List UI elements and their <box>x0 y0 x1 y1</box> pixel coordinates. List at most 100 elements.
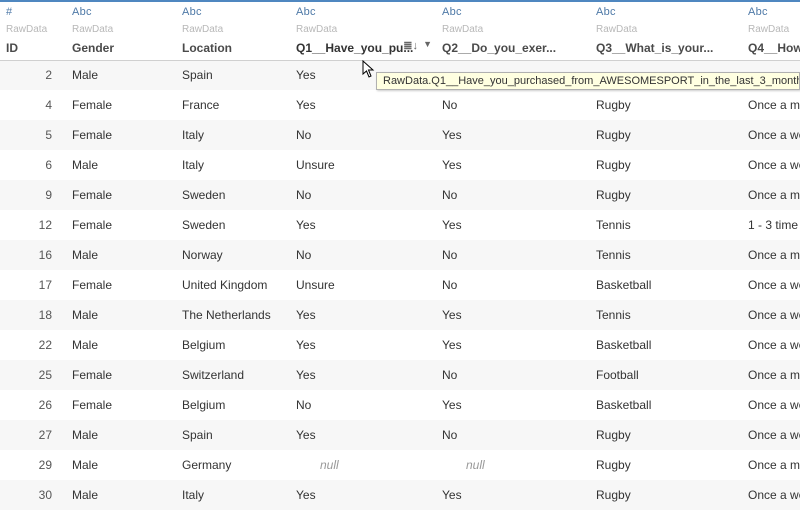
column-header[interactable]: ID <box>0 36 66 60</box>
cell-id[interactable]: 27 <box>0 420 66 450</box>
cell-q2[interactable]: No <box>436 240 590 270</box>
cell-gender[interactable]: Female <box>66 210 176 240</box>
cell-location[interactable]: United Kingdom <box>176 270 290 300</box>
cell-q1[interactable]: No <box>290 240 436 270</box>
cell-q2[interactable]: No <box>436 180 590 210</box>
cell-location[interactable]: Italy <box>176 120 290 150</box>
cell-gender[interactable]: Female <box>66 360 176 390</box>
cell-location[interactable]: The Netherlands <box>176 300 290 330</box>
column-header[interactable]: Gender <box>66 36 176 60</box>
cell-q4[interactable]: Once a mo <box>742 360 800 390</box>
cell-q1[interactable]: No <box>290 390 436 420</box>
cell-id[interactable]: 30 <box>0 480 66 510</box>
cell-id[interactable]: 29 <box>0 450 66 480</box>
cell-location[interactable]: Italy <box>176 480 290 510</box>
cell-gender[interactable]: Male <box>66 420 176 450</box>
cell-q2[interactable]: Yes <box>436 120 590 150</box>
cell-q1[interactable]: Yes <box>290 90 436 120</box>
cell-q3[interactable]: Basketball <box>590 390 742 420</box>
cell-q2[interactable]: Yes <box>436 300 590 330</box>
cell-gender[interactable]: Male <box>66 60 176 90</box>
cell-location[interactable]: Sweden <box>176 210 290 240</box>
cell-q1[interactable]: Unsure <box>290 150 436 180</box>
cell-q4[interactable]: Once a we <box>742 150 800 180</box>
cell-q4[interactable]: Once a we <box>742 300 800 330</box>
cell-q3[interactable]: Rugby <box>590 120 742 150</box>
cell-location[interactable]: Germany <box>176 450 290 480</box>
cell-q4[interactable]: Once a we <box>742 120 800 150</box>
cell-id[interactable]: 12 <box>0 210 66 240</box>
column-type-indicator[interactable]: Abc <box>290 2 436 22</box>
cell-q1[interactable]: Yes <box>290 210 436 240</box>
column-type-indicator[interactable]: Abc <box>590 2 742 22</box>
cell-gender[interactable]: Male <box>66 300 176 330</box>
cell-q2[interactable]: null <box>436 450 590 480</box>
column-type-indicator[interactable]: # <box>0 2 66 22</box>
cell-q1[interactable]: Yes <box>290 480 436 510</box>
cell-q1[interactable]: Yes <box>290 300 436 330</box>
cell-gender[interactable]: Female <box>66 390 176 420</box>
cell-q1[interactable]: No <box>290 120 436 150</box>
cell-q3[interactable]: Football <box>590 360 742 390</box>
cell-location[interactable]: Belgium <box>176 330 290 360</box>
table-row[interactable]: 17FemaleUnited KingdomUnsureNoBasketball… <box>0 270 800 300</box>
cell-id[interactable]: 22 <box>0 330 66 360</box>
column-header[interactable]: Q4__How <box>742 36 800 60</box>
cell-id[interactable]: 17 <box>0 270 66 300</box>
table-row[interactable]: 25FemaleSwitzerlandYesNoFootballOnce a m… <box>0 360 800 390</box>
cell-id[interactable]: 16 <box>0 240 66 270</box>
cell-q2[interactable]: Yes <box>436 150 590 180</box>
cell-gender[interactable]: Male <box>66 330 176 360</box>
cell-q1[interactable]: Unsure <box>290 270 436 300</box>
cell-q3[interactable]: Rugby <box>590 480 742 510</box>
cell-q4[interactable]: Once a we <box>742 270 800 300</box>
cell-location[interactable]: Spain <box>176 60 290 90</box>
table-row[interactable]: 30MaleItalyYesYesRugbyOnce a we <box>0 480 800 510</box>
table-row[interactable]: 9FemaleSwedenNoNoRugbyOnce a mo <box>0 180 800 210</box>
cell-q3[interactable]: Tennis <box>590 240 742 270</box>
table-row[interactable]: 22MaleBelgiumYesYesBasketballOnce a we <box>0 330 800 360</box>
cell-location[interactable]: Switzerland <box>176 360 290 390</box>
column-type-indicator[interactable]: Abc <box>176 2 290 22</box>
cell-location[interactable]: Sweden <box>176 180 290 210</box>
cell-id[interactable]: 4 <box>0 90 66 120</box>
cell-q2[interactable]: No <box>436 360 590 390</box>
cell-id[interactable]: 5 <box>0 120 66 150</box>
cell-id[interactable]: 26 <box>0 390 66 420</box>
cell-location[interactable]: Italy <box>176 150 290 180</box>
cell-gender[interactable]: Male <box>66 150 176 180</box>
column-header[interactable]: Q1__Have_you_pu...≣↓▼ <box>290 36 436 60</box>
column-header[interactable]: Q2__Do_you_exer... <box>436 36 590 60</box>
cell-q3[interactable]: Rugby <box>590 90 742 120</box>
cell-q4[interactable]: Once a we <box>742 480 800 510</box>
table-row[interactable]: 27MaleSpainYesNoRugbyOnce a we <box>0 420 800 450</box>
cell-q1[interactable]: Yes <box>290 420 436 450</box>
cell-gender[interactable]: Male <box>66 240 176 270</box>
cell-q2[interactable]: Yes <box>436 480 590 510</box>
table-row[interactable]: 18MaleThe NetherlandsYesYesTennisOnce a … <box>0 300 800 330</box>
table-row[interactable]: 6MaleItalyUnsureYesRugbyOnce a we <box>0 150 800 180</box>
cell-id[interactable]: 25 <box>0 360 66 390</box>
cell-q4[interactable]: Once a we <box>742 330 800 360</box>
cell-q4[interactable]: Once a we <box>742 420 800 450</box>
cell-q3[interactable]: Basketball <box>590 270 742 300</box>
cell-gender[interactable]: Female <box>66 180 176 210</box>
cell-q4[interactable]: Once a we <box>742 390 800 420</box>
cell-q4[interactable]: Once a mo <box>742 240 800 270</box>
column-type-indicator[interactable]: Abc <box>66 2 176 22</box>
cell-q1[interactable]: null <box>290 450 436 480</box>
cell-location[interactable]: France <box>176 90 290 120</box>
table-row[interactable]: 12FemaleSwedenYesYesTennis1 - 3 time <box>0 210 800 240</box>
cell-q1[interactable]: Yes <box>290 330 436 360</box>
cell-location[interactable]: Spain <box>176 420 290 450</box>
table-row[interactable]: 26FemaleBelgiumNoYesBasketballOnce a we <box>0 390 800 420</box>
cell-q1[interactable]: No <box>290 180 436 210</box>
cell-q3[interactable]: Rugby <box>590 450 742 480</box>
cell-id[interactable]: 6 <box>0 150 66 180</box>
cell-gender[interactable]: Female <box>66 120 176 150</box>
cell-gender[interactable]: Male <box>66 450 176 480</box>
cell-gender[interactable]: Female <box>66 90 176 120</box>
column-header[interactable]: Q3__What_is_your... <box>590 36 742 60</box>
cell-q2[interactable]: Yes <box>436 330 590 360</box>
chevron-down-icon[interactable]: ▼ <box>423 39 432 49</box>
